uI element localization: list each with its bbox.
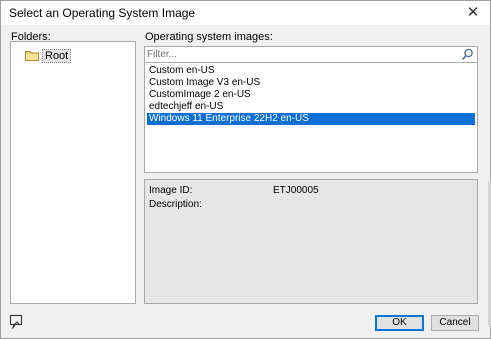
description-label: Description: <box>149 199 202 210</box>
select-os-image-dialog: Select an Operating System Image ✕ Folde… <box>0 0 491 339</box>
list-item[interactable]: edtechjeff en-US <box>147 101 475 113</box>
os-images-label: Operating system images: <box>145 31 273 43</box>
filter-box[interactable] <box>144 46 478 63</box>
list-item[interactable]: Custom en-US <box>147 65 475 77</box>
os-images-list[interactable]: Custom en-US Custom Image V3 en-US Custo… <box>144 63 478 173</box>
title-bar: Select an Operating System Image ✕ <box>1 1 490 25</box>
search-icon[interactable] <box>461 48 474 61</box>
image-id-value: ETJ00005 <box>273 185 319 196</box>
image-id-label: Image ID: <box>149 185 193 196</box>
folder-icon <box>25 51 39 61</box>
folders-tree[interactable]: Root <box>10 41 136 304</box>
tree-item-label: Root <box>42 49 72 63</box>
help-icon[interactable] <box>9 314 25 330</box>
close-icon[interactable]: ✕ <box>464 4 482 22</box>
cancel-button[interactable]: Cancel <box>431 315 479 331</box>
filter-input[interactable] <box>147 48 447 61</box>
list-item[interactable]: Custom Image V3 en-US <box>147 77 475 89</box>
dialog-title: Select an Operating System Image <box>9 6 196 20</box>
list-item[interactable]: CustomImage 2 en-US <box>147 89 475 101</box>
ok-button[interactable]: OK <box>375 315 424 331</box>
image-details-panel: Image ID: ETJ00005 Description: <box>144 179 478 304</box>
list-item-selected[interactable]: Windows 11 Enterprise 22H2 en-US <box>147 113 475 125</box>
